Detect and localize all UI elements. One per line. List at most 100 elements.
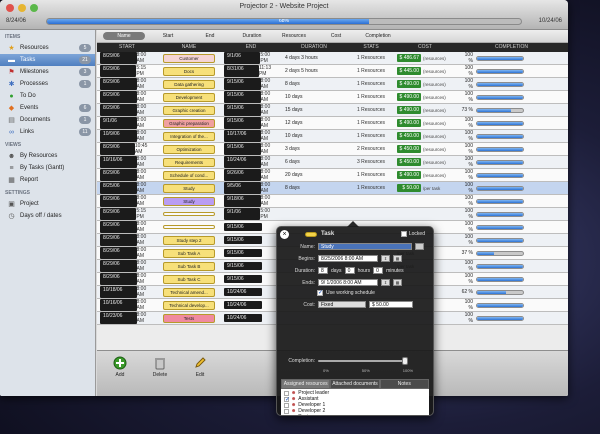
table-row[interactable]: 8/29/06 8:00 AM Study 9/18/06 8:00 AM 100 % [97,195,568,208]
sidebar-item-links[interactable]: ∞ Links 11 [0,126,95,138]
resource-checkbox[interactable] [284,402,289,408]
table-row[interactable]: 8/29/06 5:15 PM Docs 8/31/06 11:13 PM 2 days … [97,65,568,78]
duration-days-input[interactable]: 8 [318,267,328,274]
end-date[interactable]: 9/15/06 [224,236,262,244]
end-date[interactable]: 9/15/06 [224,91,261,103]
end-date[interactable]: 9/15/06 [224,223,262,231]
column-header-completion[interactable]: COMPLETION [455,43,568,52]
tab-cost[interactable]: Cost [315,32,357,40]
task-name-pill[interactable] [163,212,215,216]
task-name-pill[interactable]: Study [163,196,215,206]
column-header-stats[interactable]: STATS [347,43,395,52]
task-name-pill[interactable]: Sub Task C [163,274,215,284]
start-date[interactable]: 8/29/06 [100,104,137,116]
ends-calendar-button[interactable]: ▦ [393,279,402,286]
task-name-pill[interactable]: Sub Task B [163,261,215,271]
task-name-pill[interactable]: Requirements [163,157,215,167]
cost-value[interactable]: $ 450.00 [397,132,421,140]
completion-slider[interactable] [318,357,408,365]
locked-checkbox[interactable]: Locked [400,231,425,237]
task-name-pill[interactable]: Study step 2 [163,235,215,245]
resource-checkbox[interactable] [284,414,289,415]
end-date[interactable]: 10/24/06 [224,301,262,309]
cost-value-input[interactable]: $ 50.00 [369,301,413,308]
start-date[interactable]: 10/18/06 [100,286,137,298]
start-date[interactable]: 10/23/06 [100,312,137,324]
tab-completion[interactable]: Completion [357,32,399,40]
table-row[interactable]: 8/29/06 8:00 AM Development 9/15/06 8:00 AM 1… [97,91,568,104]
cost-value[interactable]: $ 490.00 [397,171,421,179]
task-name-pill[interactable]: Graphic preparation [163,118,215,128]
sidebar-item-events[interactable]: ◆ Events 6 [0,102,95,114]
sidebar-item-processes[interactable]: ✱ Processes 1 [0,78,95,90]
task-name-input[interactable]: Study [318,243,412,250]
cost-value[interactable]: $ 450.00 [397,145,421,153]
ends-stepper[interactable]: ⇕ [381,279,390,286]
sidebar-item-project[interactable]: ▣ Project [0,198,95,210]
cost-value[interactable]: $ 490.00 [397,106,421,114]
tab-resources[interactable]: Resources [273,32,315,40]
begins-stepper[interactable]: ⇕ [381,255,390,262]
start-date[interactable]: 8/29/06 [100,247,137,259]
start-date[interactable]: 8/29/06 [100,143,135,155]
cost-value[interactable]: $ 450.00 [397,158,421,166]
start-date[interactable]: 8/29/06 [100,195,137,207]
end-date[interactable]: 9/15/06 [224,117,261,129]
tab-end[interactable]: End [189,32,231,40]
task-name-pill[interactable]: Schedule of cond... [163,170,215,180]
end-date[interactable]: 9/15/06 [224,262,262,270]
table-row[interactable]: 8/29/06 10:45 AM Optimization 9/15/06 8:00 A… [97,143,568,156]
task-name-pill[interactable]: Graphic creation [163,105,215,115]
sidebar-item-tasks[interactable]: ▬ Tasks 21 [0,54,95,66]
resource-list-item[interactable]: ☻Designer [284,414,426,415]
cost-value[interactable]: $ 490.00 [397,80,421,88]
popup-tab-notes[interactable]: Notes [379,379,429,389]
end-date[interactable]: 9/1/06 [224,52,261,64]
task-name-pill[interactable]: Tests [163,313,215,323]
sidebar-item-to-do[interactable]: ● To Do [0,90,95,102]
table-row[interactable]: 8/25/06 8:00 AM Study 9/5/06 8:00 AM 8 days 1 … [97,182,568,195]
duration-minutes-input[interactable]: 0 [373,267,384,274]
table-row[interactable]: 8/29/06 8:00 AM Customer 9/1/06 5:00 PM 4 day… [97,52,568,65]
start-date[interactable]: 10/16/06 [100,299,137,311]
task-name-pill[interactable]: Study [163,183,215,193]
popup-tab-assigned-resources[interactable]: Assigned resources [281,379,331,389]
start-date[interactable]: 10/9/06 [100,130,137,142]
cost-value[interactable]: $ 490.00 [397,119,421,127]
column-header-duration[interactable]: DURATION [281,43,347,52]
task-name-pill[interactable]: Technical amend... [163,287,215,297]
task-name-pill[interactable]: Sub Task A [163,248,215,258]
table-row[interactable]: 8/29/06 8:00 AM Data gathering 9/15/06 8:00 … [97,78,568,91]
end-date[interactable]: 9/15/06 [224,275,262,283]
start-date[interactable]: 8/29/06 [100,208,137,220]
task-name-pill[interactable]: Integration of the... [163,131,215,141]
end-date[interactable]: 9/5/06 [224,182,261,194]
sidebar-item-documents[interactable]: ▤ Documents 1 [0,114,95,126]
popup-tab-attached-documents[interactable]: Attached documents [330,379,380,389]
end-date[interactable]: 9/26/06 [224,169,261,181]
task-name-pill[interactable]: Optimization [163,144,215,154]
end-date[interactable]: 10/17/06 [224,130,261,142]
end-date[interactable]: 9/15/06 [224,78,261,90]
completion-slider-knob[interactable] [402,357,408,365]
cost-value[interactable]: $ 490.00 [397,93,421,101]
column-header-end[interactable]: END [221,43,281,52]
cost-value[interactable]: $ 50.00 [397,184,421,192]
start-date[interactable]: 8/29/06 [100,91,137,103]
resource-checkbox[interactable] [284,408,289,414]
tab-start[interactable]: Start [147,32,189,40]
end-date[interactable]: 10/24/06 [224,288,262,296]
start-date[interactable]: 9/1/06 [100,117,137,129]
resource-checkbox[interactable] [284,396,290,403]
sidebar-item-days-off-dates[interactable]: ◷ Days off / dates [0,210,95,222]
start-date[interactable]: 8/29/06 [100,260,137,272]
cost-value[interactable]: $ 486.67 [397,54,421,62]
task-name-pill[interactable]: Customer [163,53,215,63]
working-schedule-checkbox[interactable]: Use working schedule [317,289,425,296]
sidebar-item-report[interactable]: ▦ Report [0,174,95,186]
sidebar-item-by-tasks-gantt[interactable]: ≡ By Tasks (Gantt) [0,162,95,174]
close-popup-button[interactable]: × [280,230,289,239]
table-row[interactable]: 10/9/06 8:00 AM Integration of the... 10/17… [97,130,568,143]
tab-name[interactable]: Name [103,32,145,40]
table-row[interactable]: 9/1/06 8:00 AM Graphic preparation 9/15/06 8… [97,117,568,130]
